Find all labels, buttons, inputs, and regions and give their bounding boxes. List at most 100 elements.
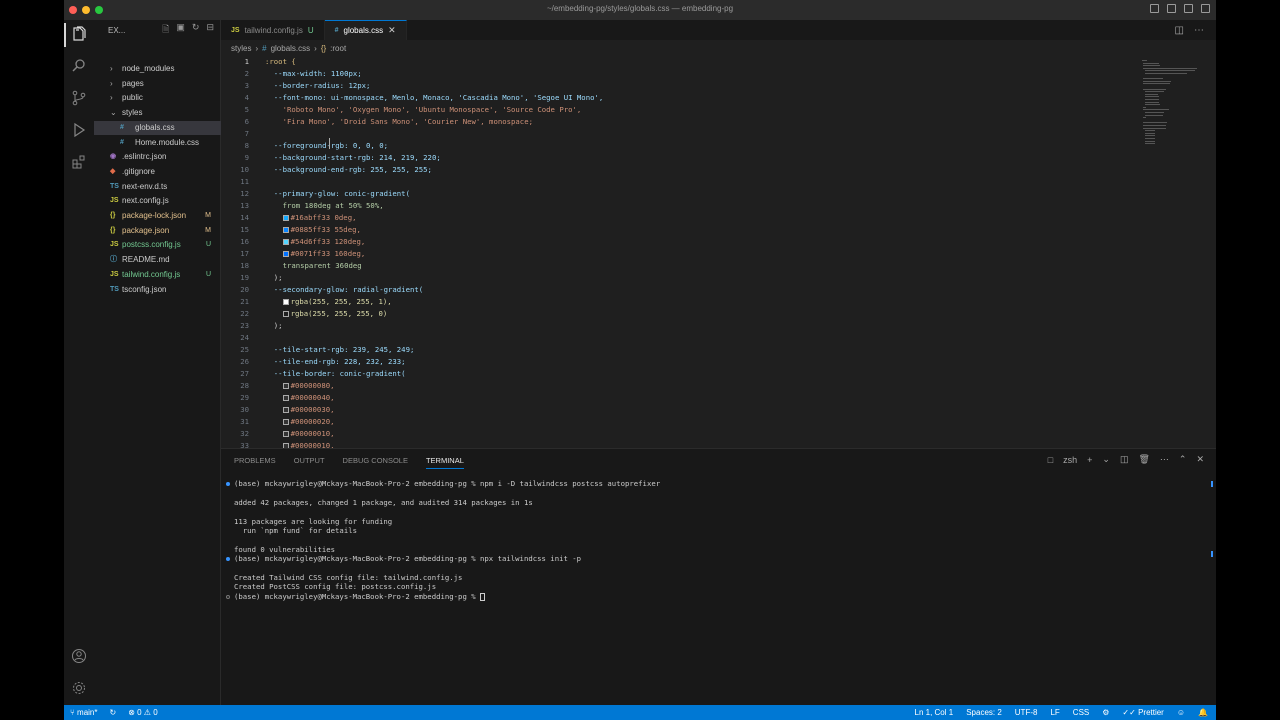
problems-indicator[interactable]: ⊗ 0 ⚠ 0: [128, 708, 157, 717]
tree-item[interactable]: › pages: [94, 77, 221, 91]
command-status-icon[interactable]: [226, 482, 230, 486]
tree-item[interactable]: ⓘ README.md: [94, 253, 221, 267]
minimap-line: [1144, 101, 1160, 103]
code-editor[interactable]: 1 2 3 4 5 6 7 8 9 10 11 12 13 14 15 16 17 18 19 20 21 22 23 24 2…: [221, 56, 1216, 448]
terminal-text: found 0 vulnerabilities: [234, 545, 336, 554]
collapse-all-icon[interactable]: ⊟: [206, 22, 214, 38]
new-terminal-icon[interactable]: +: [1087, 455, 1092, 465]
source-control-icon[interactable]: [71, 90, 87, 106]
close-tab-icon[interactable]: ✕: [388, 25, 396, 36]
tab-globals-css[interactable]: # globals.css ✕: [324, 20, 407, 40]
tree-item[interactable]: {} package.json M: [94, 224, 221, 238]
cursor-position[interactable]: Ln 1, Col 1: [915, 708, 954, 717]
command-status-icon[interactable]: [226, 595, 230, 599]
notifications-bell-icon[interactable]: 🔔: [1198, 708, 1208, 717]
code-line: #00000010,: [265, 440, 335, 448]
breadcrumb-folder[interactable]: styles: [231, 44, 251, 53]
branch-indicator[interactable]: ⑂ main*: [70, 708, 97, 717]
more-actions-icon[interactable]: ⋯: [1194, 25, 1204, 36]
color-swatch-icon[interactable]: [282, 395, 289, 401]
tree-item[interactable]: # globals.css: [94, 120, 221, 135]
tree-item[interactable]: TS tsconfig.json: [94, 283, 221, 297]
account-icon[interactable]: [71, 648, 87, 664]
indentation[interactable]: Spaces: 2: [966, 708, 1002, 717]
end-of-line[interactable]: LF: [1050, 708, 1059, 717]
tree-item[interactable]: JS next.config.js: [94, 194, 221, 208]
tree-item[interactable]: # Home.module.css: [94, 136, 221, 150]
tree-item[interactable]: › public: [94, 91, 221, 105]
shell-name[interactable]: zsh: [1063, 455, 1077, 465]
color-swatch-icon[interactable]: [282, 431, 289, 437]
minimap[interactable]: [1142, 60, 1202, 220]
tree-item[interactable]: ◉ .eslintrc.json: [94, 150, 221, 164]
split-editor-icon[interactable]: ◫: [1175, 25, 1184, 36]
code-line: #00000010,: [265, 428, 335, 440]
new-file-icon[interactable]: 🗎: [162, 22, 169, 38]
breadcrumb-file[interactable]: globals.css: [271, 44, 311, 53]
feedback-icon[interactable]: ☺: [1177, 708, 1185, 717]
run-debug-icon[interactable]: [71, 122, 87, 138]
minimap-line: [1143, 65, 1161, 67]
color-swatch-icon[interactable]: [282, 419, 289, 425]
code-text: #54d6ff33 120deg,: [290, 237, 366, 246]
code-text: --font-mono: ui-monospace, Menlo, Monaco…: [265, 93, 604, 102]
tree-item[interactable]: TS next-env.d.ts: [94, 180, 221, 194]
language-mode[interactable]: CSS: [1073, 708, 1089, 717]
tree-item[interactable]: ⌄ styles: [94, 106, 221, 120]
maximize-panel-icon[interactable]: ⌃: [1179, 454, 1187, 465]
customize-layout-icon[interactable]: [1201, 4, 1210, 13]
tab-tailwind-config[interactable]: JS tailwind.config.js U: [221, 20, 325, 40]
tree-item[interactable]: {} package-lock.json M: [94, 209, 221, 223]
explorer-title: EX...: [108, 25, 126, 35]
toggle-secondary-sidebar-icon[interactable]: [1184, 4, 1193, 13]
code-text: rgba(255, 255, 255, 1),: [290, 297, 392, 306]
color-swatch-icon[interactable]: [282, 239, 289, 245]
more-actions-icon[interactable]: ⋯: [1160, 454, 1169, 465]
formatter[interactable]: ✓✓ Prettier: [1122, 708, 1163, 717]
refresh-icon[interactable]: ↻: [192, 22, 200, 38]
tab-terminal[interactable]: TERMINAL: [425, 456, 464, 469]
close-panel-icon[interactable]: ✕: [1196, 454, 1204, 465]
terminal-text: (base) mckaywrigley@Mckays-MacBook-Pro-2…: [234, 554, 582, 563]
color-swatch-icon[interactable]: [282, 299, 289, 305]
explorer-icon[interactable]: [71, 26, 87, 42]
toggle-sidebar-icon[interactable]: [1150, 4, 1159, 13]
color-swatch-icon[interactable]: [282, 407, 289, 413]
live-share-icon[interactable]: ⚙: [1102, 708, 1109, 717]
search-icon[interactable]: [71, 58, 87, 74]
tree-item[interactable]: JS tailwind.config.js U: [94, 268, 221, 282]
tree-item[interactable]: JS postcss.config.js U: [94, 238, 221, 252]
encoding[interactable]: UTF-8: [1015, 708, 1038, 717]
color-swatch-icon[interactable]: [282, 227, 289, 233]
split-terminal-icon[interactable]: ◫: [1120, 454, 1129, 465]
tab-problems[interactable]: PROBLEMS: [234, 456, 276, 465]
code-line: --border-radius: 12px;: [265, 80, 371, 92]
terminal-line: (base) mckaywrigley@Mckays-MacBook-Pro-2…: [234, 479, 660, 489]
color-swatch-icon[interactable]: [282, 215, 289, 221]
tree-item-label: next-env.d.ts: [122, 181, 168, 191]
command-status-icon[interactable]: [226, 557, 230, 561]
color-swatch-icon[interactable]: [282, 383, 289, 389]
line-number: 32: [240, 429, 249, 438]
line-number: 3: [244, 81, 249, 90]
new-folder-icon[interactable]: ▣: [176, 22, 185, 38]
color-swatch-icon[interactable]: [282, 311, 289, 317]
tab-debug-console[interactable]: DEBUG CONSOLE: [343, 456, 408, 465]
code-text: --foreground-rgb: 0, 0, 0;: [265, 141, 389, 150]
tree-item[interactable]: › node_modules: [94, 62, 221, 76]
breadcrumb-symbol[interactable]: :root: [330, 44, 346, 53]
tree-item[interactable]: ◆ .gitignore: [94, 165, 221, 179]
extensions-icon[interactable]: [71, 154, 87, 170]
chevron-down-icon[interactable]: ⌄: [1102, 454, 1110, 465]
code-line: --background-end-rgb: 255, 255, 255;: [265, 164, 432, 176]
trash-icon[interactable]: 🗑: [1138, 454, 1149, 465]
minimap-line: [1143, 109, 1169, 111]
line-number: 6: [244, 117, 249, 126]
settings-gear-icon[interactable]: [71, 680, 87, 696]
sync-icon[interactable]: ↻: [109, 708, 116, 717]
code-line: --secondary-glow: radial-gradient(: [265, 284, 423, 296]
tab-output[interactable]: OUTPUT: [294, 456, 325, 465]
color-swatch-icon[interactable]: [282, 251, 289, 257]
toggle-panel-icon[interactable]: [1167, 4, 1176, 13]
line-number: 29: [240, 393, 249, 402]
